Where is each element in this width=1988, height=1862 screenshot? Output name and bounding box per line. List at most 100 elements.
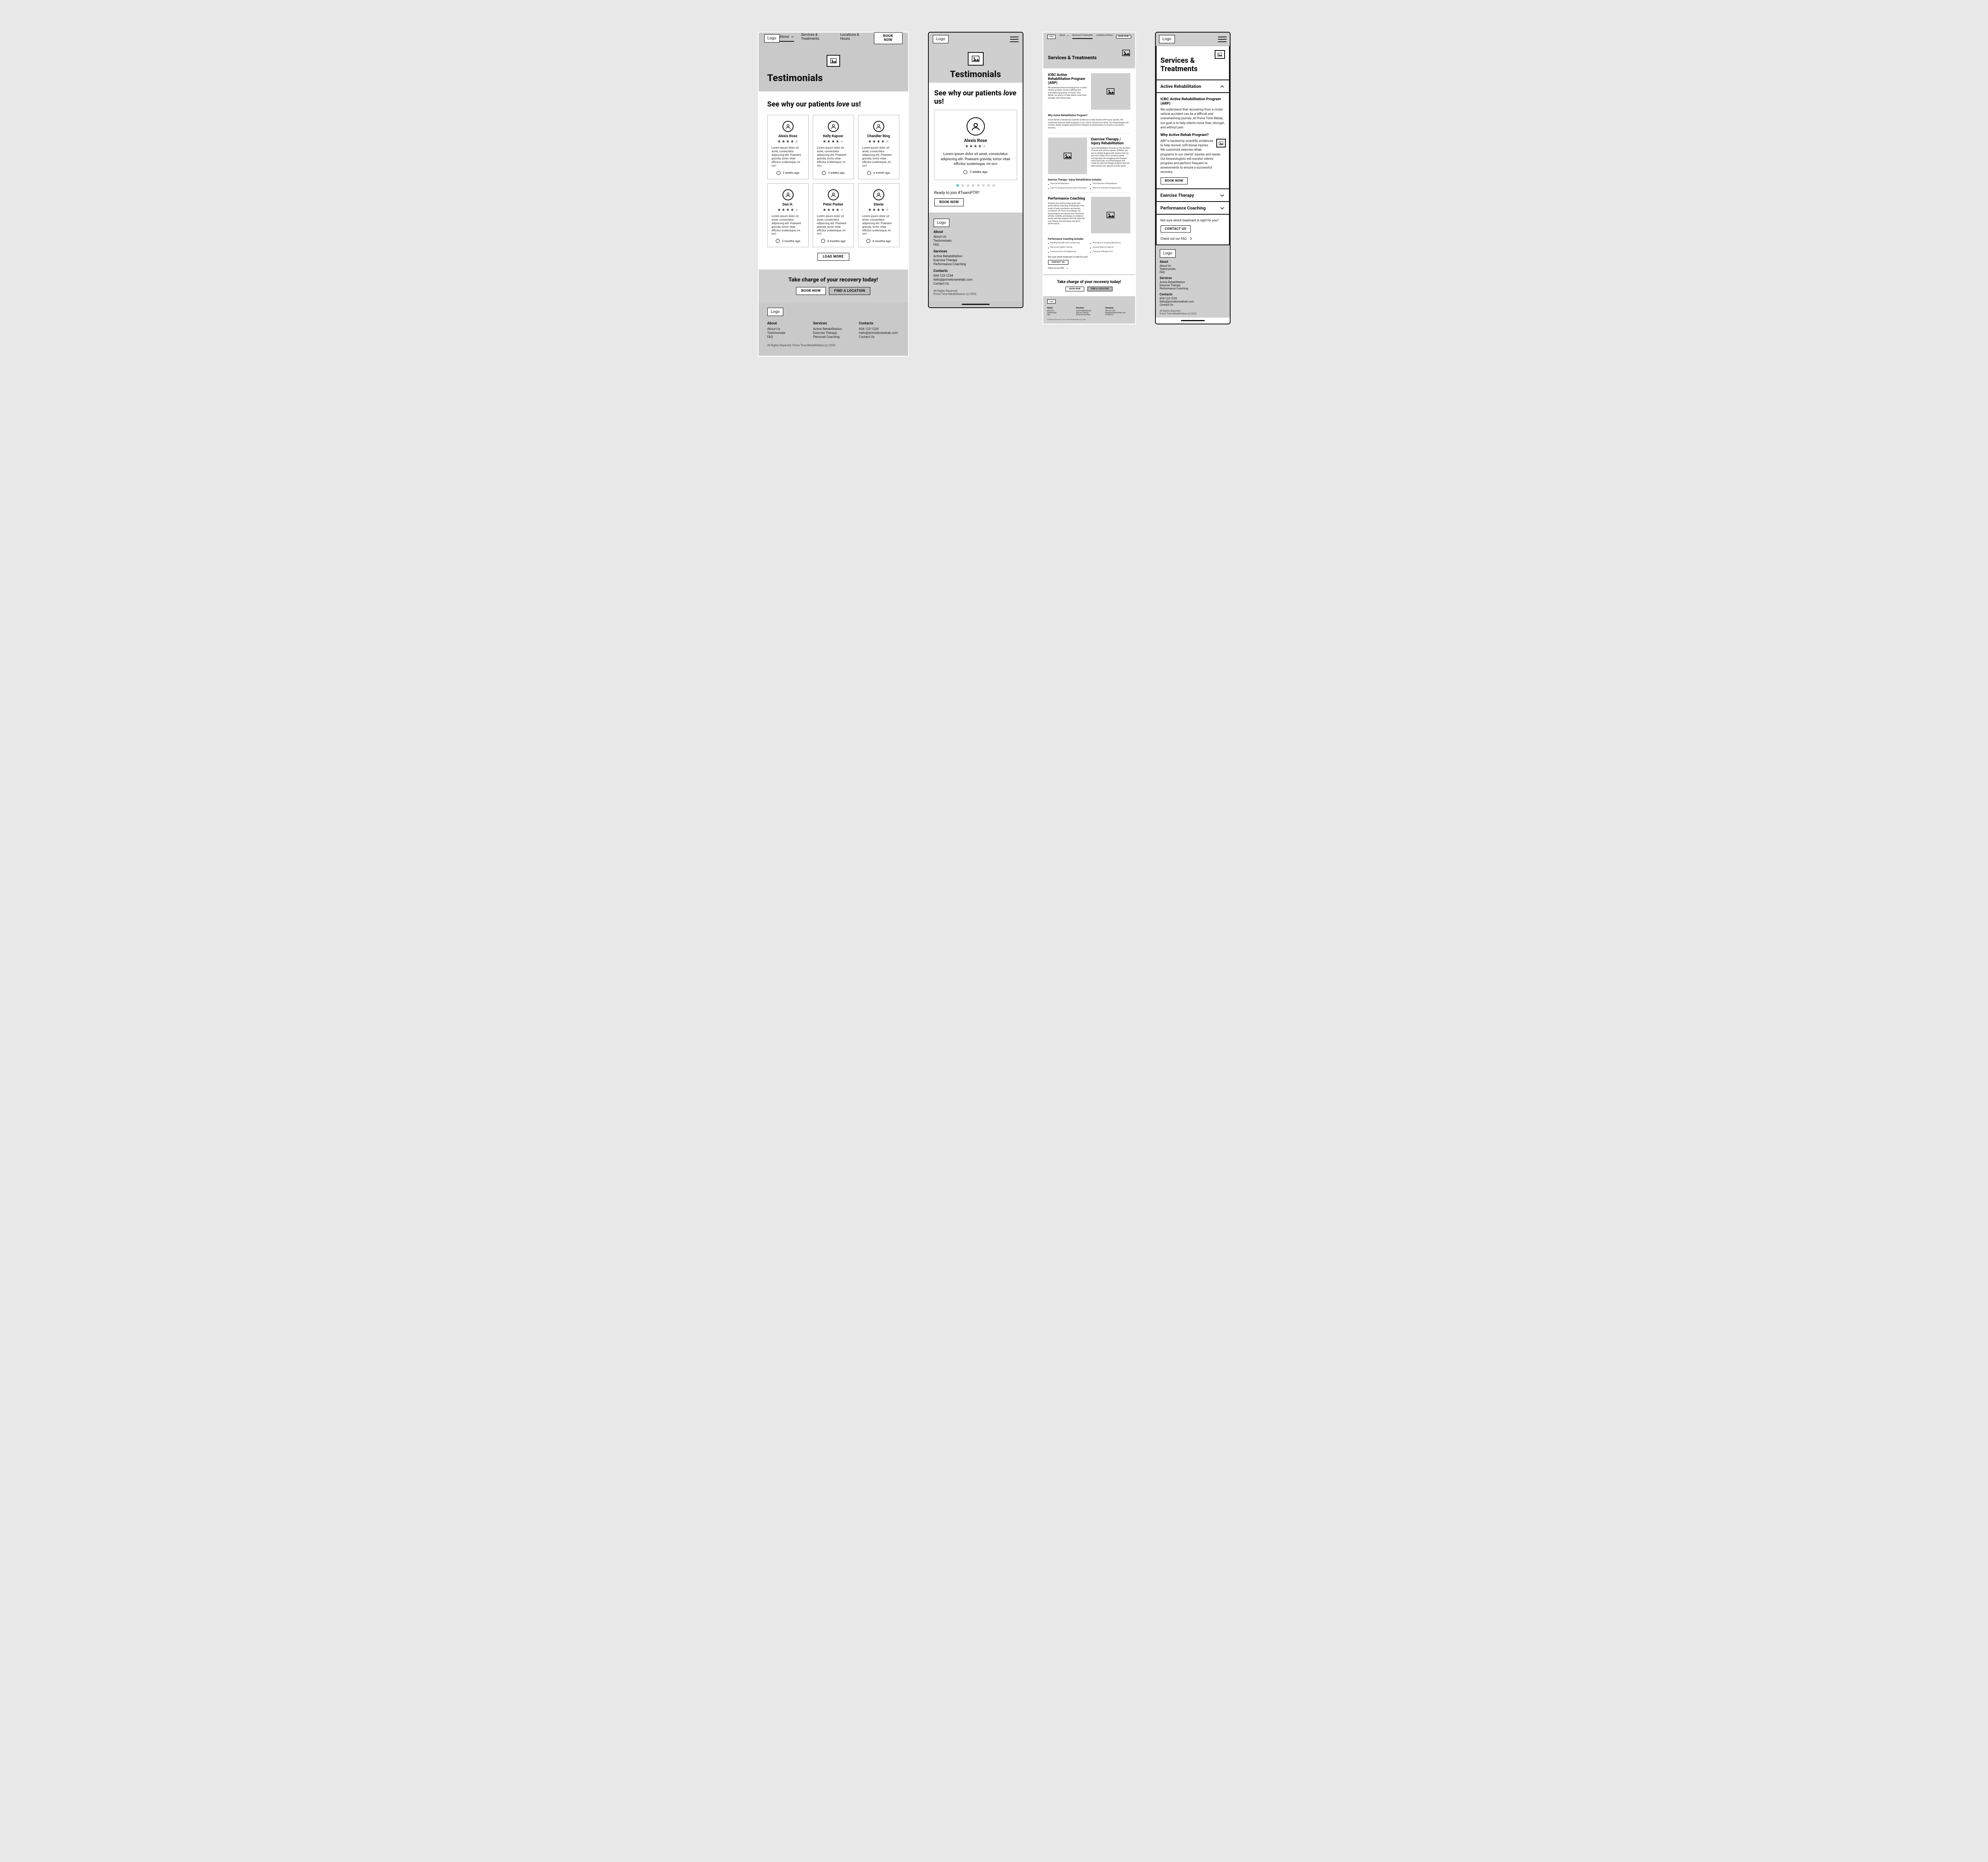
- footer-link[interactable]: FAQ: [934, 243, 1018, 246]
- bullet-item: Running and Jumping Mechanics: [1090, 242, 1130, 244]
- review-meta: 6 months ago: [862, 239, 895, 243]
- footer-link[interactable]: Exercise Therapy: [934, 258, 1018, 262]
- review-text: Lorem ipsum dolor sit amet, consectetur …: [862, 215, 895, 236]
- contact-us-button[interactable]: CONTACT US: [1161, 225, 1191, 233]
- logo[interactable]: Logo: [933, 35, 949, 43]
- load-more-button[interactable]: LOAD MORE: [817, 253, 849, 261]
- testimonial-card: Chandler Bing ★★★★★ Lorem ipsum dolor si…: [858, 115, 899, 179]
- footer-link[interactable]: Active Rehabilitation: [934, 254, 1018, 258]
- review-text: Lorem ipsum dolor sit amet, consectetur …: [817, 146, 850, 168]
- menu-icon[interactable]: [1218, 37, 1227, 42]
- nav-services[interactable]: Services & Treatments: [1072, 34, 1093, 39]
- footer-email[interactable]: hello@primetimerehab.com: [934, 278, 1018, 281]
- footer-link[interactable]: Performance Coaching: [934, 262, 1018, 266]
- help-text: Not sure which treatment is right for yo…: [1161, 219, 1225, 222]
- footer-col-about: About About Us Testimonials FAQ: [1047, 305, 1073, 316]
- legal-line-1: All Rights Reserved.: [1160, 310, 1226, 312]
- book-now-button[interactable]: BOOK NOW: [1161, 177, 1188, 184]
- pager-dot[interactable]: [977, 184, 980, 187]
- faq-link[interactable]: Check out our FAQ: [1048, 267, 1130, 270]
- cta-book-button[interactable]: BOOK NOW: [1066, 287, 1084, 291]
- pager-dot[interactable]: [982, 184, 985, 187]
- arp-intro: We understand that recovering from a mot…: [1048, 87, 1087, 99]
- book-now-button[interactable]: BOOK NOW: [934, 198, 964, 206]
- contact-us-button[interactable]: CONTACT US: [1048, 260, 1068, 265]
- cta-find-button[interactable]: FIND A LOCATION: [829, 287, 870, 295]
- footer-link[interactable]: FAQ: [767, 335, 808, 339]
- bullet-item: Exercise Programming for Injury Preventi…: [1048, 187, 1088, 189]
- cta-book-button[interactable]: BOOK NOW: [796, 287, 826, 295]
- footer-link[interactable]: Personal Coaching: [1076, 314, 1102, 316]
- carousel-pager[interactable]: [934, 184, 1017, 187]
- nav-services[interactable]: Services & Treatments: [801, 33, 833, 43]
- footer: Logo About About Us Testimonials FAQ Ser…: [1043, 296, 1135, 324]
- footer-logo[interactable]: Logo: [767, 308, 783, 316]
- footer-contact-us[interactable]: Contact Us: [1160, 303, 1226, 306]
- accordion-header-active-rehab[interactable]: Active Rehabilitation: [1157, 80, 1229, 93]
- review-meta: 4 months ago: [817, 239, 850, 243]
- nav-locations[interactable]: Locations & Hours: [1096, 34, 1113, 39]
- book-now-button[interactable]: BOOK NOW: [1116, 35, 1131, 39]
- footer-link[interactable]: About Us: [1160, 264, 1226, 268]
- footer-services-heading: Services: [813, 322, 853, 326]
- footer-link[interactable]: Active Rehabilitation: [813, 327, 853, 331]
- coaching-includes-heading: Performance Coaching includes:: [1048, 237, 1130, 241]
- testimonial-card: Dan H. ★★★★★ Lorem ipsum dolor sit amet,…: [767, 183, 809, 248]
- footer-logo[interactable]: Logo: [1160, 249, 1176, 258]
- pager-dot[interactable]: [972, 184, 975, 187]
- pager-dot[interactable]: [956, 184, 959, 187]
- logo[interactable]: Logo: [1159, 35, 1175, 43]
- footer-link[interactable]: About Us: [767, 327, 808, 331]
- legal-line-1: All Rights Reserved.: [934, 289, 1018, 293]
- faq-link[interactable]: Check out our FAQ: [1161, 237, 1225, 241]
- chevron-down-icon: [1219, 192, 1225, 198]
- nav-about[interactable]: About: [780, 35, 794, 42]
- arp-question-heading: Why Active Rehab Program?: [1161, 133, 1225, 137]
- nav-locations[interactable]: Locations & Hours: [840, 33, 867, 43]
- pager-dot[interactable]: [967, 184, 969, 187]
- menu-icon[interactable]: [1010, 37, 1019, 42]
- footer-link[interactable]: Personal Coaching: [813, 335, 853, 339]
- footer-link[interactable]: Testimonials: [767, 331, 808, 335]
- footer-link[interactable]: Exercise Therapy: [1160, 284, 1226, 287]
- footer-link[interactable]: Testimonials: [1160, 268, 1226, 271]
- subheading-before: See why our patients: [767, 100, 837, 109]
- footer-link[interactable]: Exercise Therapy: [813, 331, 853, 335]
- footer-link[interactable]: Performance Coaching: [1160, 287, 1226, 290]
- logo[interactable]: Logo: [764, 34, 780, 43]
- frame-desktop-services: Logo About Services & Treatments Locatio…: [1043, 32, 1136, 324]
- footer-contact-us[interactable]: Contact Us: [1105, 314, 1131, 316]
- google-icon: [776, 239, 780, 243]
- footer-link[interactable]: FAQ: [1160, 271, 1226, 274]
- footer-email[interactable]: hello@primetimerehab.com: [1160, 300, 1226, 303]
- nav-about-label: About: [780, 35, 789, 39]
- pager-dot[interactable]: [987, 184, 990, 187]
- footer-contact-us[interactable]: Contact Us: [934, 282, 1018, 285]
- cta-find-button[interactable]: FIND A LOCATION: [1087, 287, 1112, 291]
- accordion-header-coaching[interactable]: Performance Coaching: [1157, 202, 1229, 214]
- footer-about-heading: About: [767, 322, 808, 326]
- review-text: Lorem ipsum dolor sit amet, consectetur …: [817, 215, 850, 236]
- pager-dot[interactable]: [961, 184, 964, 187]
- footer-logo[interactable]: Logo: [1047, 299, 1056, 304]
- pager-dot[interactable]: [992, 184, 995, 187]
- footer-link[interactable]: FAQ: [1047, 314, 1073, 316]
- footer-link[interactable]: Testimonials: [934, 239, 1018, 242]
- accordion-header-exercise[interactable]: Exercise Therapy: [1157, 189, 1229, 202]
- footer-link[interactable]: About Us: [934, 235, 1018, 239]
- footer-phone[interactable]: 604-123-1234: [1160, 297, 1226, 300]
- arp-intro-em2: without pain: [1167, 126, 1184, 129]
- footer-contact-us[interactable]: Contact Us: [859, 335, 899, 339]
- nav-about[interactable]: About: [1060, 34, 1069, 39]
- footer-col-services: Services Active Rehabilitation Exercise …: [813, 319, 853, 339]
- star-rating: ★★★★★: [868, 208, 889, 212]
- image-placeholder-icon: [968, 52, 984, 66]
- footer-email[interactable]: hello@primetimerehab.com: [859, 331, 899, 335]
- book-now-button[interactable]: BOOK NOW: [874, 32, 903, 44]
- footer-link[interactable]: Active Rehabilitation: [1160, 281, 1226, 284]
- footer-logo[interactable]: Logo: [934, 219, 949, 227]
- accordion-panel: ICBC Active Rehabilitation Program (ARP)…: [1157, 93, 1229, 189]
- footer-phone[interactable]: 604-123-1234: [859, 327, 899, 331]
- footer-phone[interactable]: 604-123-1234: [934, 274, 1018, 277]
- logo[interactable]: Logo: [1047, 35, 1056, 39]
